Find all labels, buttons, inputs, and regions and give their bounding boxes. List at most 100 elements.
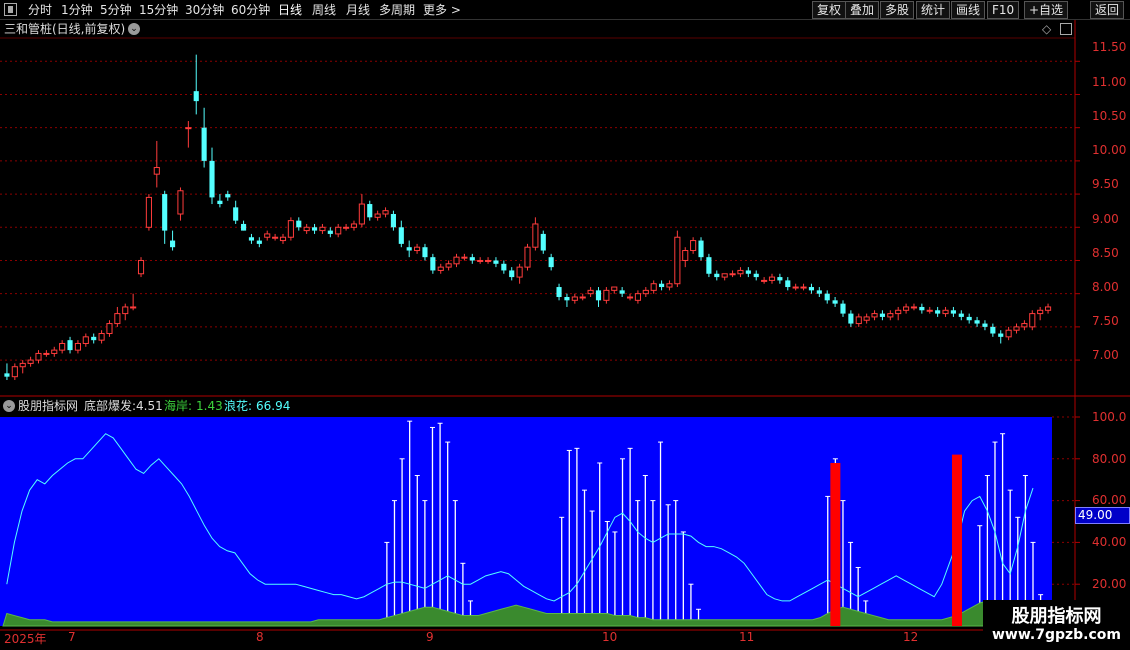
candle-down	[406, 247, 412, 251]
date-tick: 7	[68, 630, 76, 644]
candle-down	[935, 310, 941, 314]
candle-down	[777, 277, 783, 281]
candle-up	[374, 213, 381, 218]
candle-down	[233, 207, 239, 221]
candle-up	[350, 223, 358, 228]
candle-down	[390, 214, 396, 228]
candle-up	[106, 323, 113, 335]
candle-down	[808, 287, 815, 291]
candle-down	[840, 303, 846, 314]
indicator-value-c: 66.94	[256, 399, 291, 413]
candle-down	[848, 313, 854, 324]
diamond-icon[interactable]: ◇	[1042, 22, 1051, 36]
indicator-value-a: 4.51	[136, 399, 163, 413]
candle-down	[367, 204, 373, 218]
candle-up	[855, 316, 862, 325]
candle-up	[737, 269, 744, 275]
candle-up	[122, 306, 129, 315]
candle-down	[958, 313, 964, 317]
candle-up	[177, 190, 184, 215]
candle-down	[832, 300, 838, 304]
price-tick: 8.00	[1092, 280, 1119, 294]
candle-up	[35, 352, 42, 361]
candle-up	[1044, 306, 1052, 311]
candle-down	[170, 240, 176, 248]
candle-up	[682, 250, 689, 261]
indicator-current-value: 49.00	[1075, 507, 1130, 524]
candle-down	[311, 227, 318, 231]
price-tick: 10.00	[1092, 143, 1127, 157]
candle-up	[382, 210, 389, 215]
date-tick: 12	[903, 630, 919, 644]
candle-down	[966, 316, 972, 321]
candle-up	[942, 309, 949, 315]
candle-up	[532, 223, 539, 248]
panel-layout-icon[interactable]	[1060, 23, 1072, 35]
watermark-title: 股朋指标网	[1011, 606, 1102, 627]
candle-down	[950, 310, 956, 314]
chevron-down-icon[interactable]: ⌄	[3, 400, 15, 412]
candle-up	[11, 366, 18, 378]
candle-down	[556, 287, 562, 297]
candle-down	[493, 260, 499, 264]
price-tick: 7.50	[1092, 314, 1119, 328]
candle-up	[626, 296, 634, 299]
candle-up	[587, 289, 594, 295]
candle-up	[650, 283, 657, 291]
candle-up	[863, 316, 870, 321]
candle-up	[114, 313, 121, 325]
candle-up	[516, 266, 523, 278]
candle-up	[729, 273, 736, 276]
indicator-tick: 40.00	[1092, 535, 1127, 549]
candle-down	[879, 313, 885, 317]
burst-bar	[830, 462, 841, 626]
candle-up	[910, 306, 918, 309]
candle-up	[674, 236, 681, 285]
candle-up	[445, 263, 452, 268]
candle-down	[982, 323, 988, 327]
candle-up	[343, 226, 350, 229]
candle-down	[595, 290, 602, 301]
candle-up	[603, 289, 610, 301]
candle-down	[816, 290, 822, 294]
candle-down	[256, 240, 262, 244]
candle-down	[974, 320, 980, 324]
candle-up	[264, 233, 271, 238]
candle-up	[800, 286, 807, 289]
candle-up	[926, 309, 933, 312]
candle-down	[162, 194, 168, 231]
candle-down	[998, 333, 1004, 337]
watermark: 股朋指标网 www.7gpzb.com	[983, 600, 1130, 650]
candle-down	[753, 273, 759, 278]
chart-canvas[interactable]	[0, 0, 1130, 650]
candle-down	[4, 373, 10, 377]
date-tick: 10	[602, 630, 618, 644]
price-tick: 9.50	[1092, 177, 1119, 191]
candle-up	[524, 246, 531, 268]
candle-up	[145, 196, 152, 228]
candle-up	[59, 342, 66, 351]
date-axis: 2025年 7 8 9 10 11 12	[0, 630, 1130, 650]
candle-down	[327, 230, 333, 234]
candle-down	[296, 220, 302, 228]
price-tick: 8.50	[1092, 246, 1119, 260]
candle-up	[137, 259, 145, 275]
indicator-label-c: 浪花:	[224, 399, 253, 413]
candle-down	[91, 336, 97, 341]
price-tick: 7.00	[1092, 348, 1119, 362]
candle-down	[430, 257, 436, 271]
candle-down	[67, 340, 73, 351]
candle-up	[19, 362, 26, 368]
chevron-down-icon[interactable]: ⌄	[128, 23, 140, 35]
candle-down	[540, 233, 546, 251]
date-tick: 8	[256, 630, 264, 644]
candle-up	[768, 276, 776, 281]
candle-up	[98, 333, 105, 341]
candle-down	[548, 257, 554, 268]
watermark-url: www.7gpzb.com	[991, 627, 1121, 643]
candle-up	[485, 259, 492, 262]
price-tick: 11.00	[1092, 75, 1127, 89]
candle-down	[225, 194, 231, 198]
candle-up	[287, 220, 294, 238]
candle-up	[611, 286, 618, 291]
